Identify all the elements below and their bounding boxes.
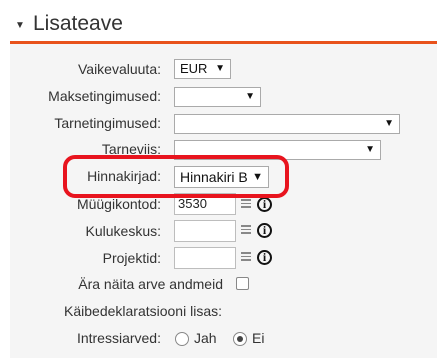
vat-declaration-label: Käibedeklaratsiooni lisas:	[64, 303, 222, 319]
list-icon[interactable]	[241, 252, 251, 261]
list-icon[interactable]	[241, 199, 251, 208]
currency-label: Vaikevaluuta:	[77, 61, 161, 77]
section-title: Lisateave	[33, 12, 123, 35]
chevron-down-icon: ▼	[365, 144, 375, 155]
currency-select[interactable]: EUR ▼	[174, 59, 231, 79]
caret-down-icon[interactable]: ▼	[15, 20, 25, 31]
payment-terms-select[interactable]: ▼	[174, 87, 261, 107]
interest-no-label: Ei	[252, 330, 265, 346]
info-icon[interactable]: i	[257, 197, 272, 212]
info-icon[interactable]: i	[257, 250, 272, 265]
interest-yes-label: Jah	[194, 330, 217, 346]
hide-invoice-data-checkbox[interactable]	[236, 277, 249, 290]
hide-invoice-data-label: Ära näita arve andmeid	[78, 276, 223, 292]
chevron-down-icon: ▼	[384, 118, 394, 129]
cost-center-label: Kulukeskus:	[85, 223, 161, 239]
payment-terms-label: Maksetingimused:	[48, 88, 161, 104]
interest-no-radio[interactable]	[233, 332, 247, 346]
interest-yes-radio[interactable]	[175, 332, 189, 346]
section-header: ▼ Lisateave	[0, 0, 437, 44]
list-icon[interactable]	[241, 225, 251, 234]
projects-label: Projektid:	[102, 250, 161, 266]
interest-label: Intressiarved:	[76, 330, 161, 346]
chevron-down-icon: ▼	[215, 63, 225, 74]
highlight-annotation	[63, 155, 289, 198]
sales-accounts-label: Müügikontod:	[76, 196, 161, 212]
info-icon[interactable]: i	[257, 223, 272, 238]
cost-center-input[interactable]	[174, 220, 236, 242]
delivery-terms-label: Tarnetingimused:	[54, 115, 161, 131]
currency-value: EUR	[180, 61, 208, 76]
chevron-down-icon: ▼	[245, 91, 255, 102]
delivery-terms-select[interactable]: ▼	[174, 114, 400, 134]
projects-input[interactable]	[174, 247, 236, 269]
